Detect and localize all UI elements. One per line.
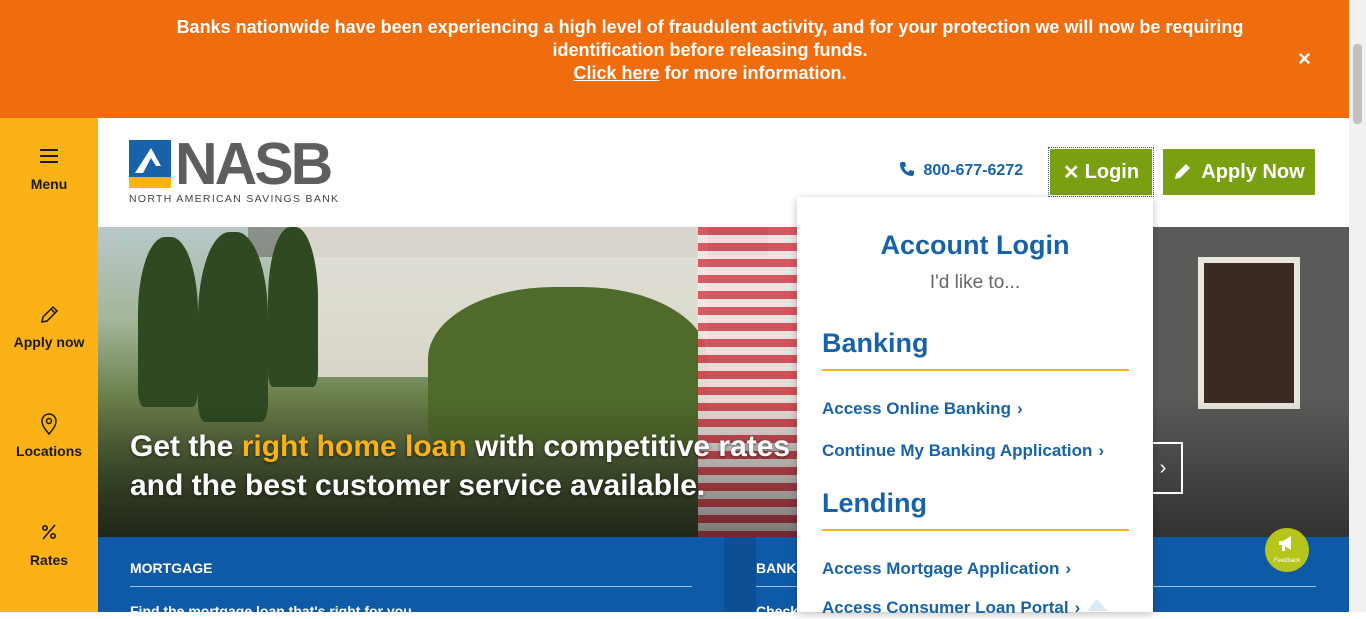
phone-number: 800-677-6272	[923, 162, 1024, 179]
page-scrollbar[interactable]	[1349, 0, 1366, 612]
side-nav-locations[interactable]: Locations	[0, 413, 98, 459]
headline-pre: Get the	[130, 430, 242, 463]
link-label: Access Online Banking	[822, 399, 1011, 418]
chevron-right-icon: ›	[1016, 399, 1023, 418]
hero-headline: Get the right home loan with competitive…	[130, 427, 850, 505]
banking-section-rule	[822, 369, 1129, 371]
mortgage-link[interactable]: Find the mortgage loan that's right for …	[130, 603, 412, 619]
apply-now-button[interactable]: Apply Now	[1163, 149, 1315, 195]
link-label: Access Mortgage Application	[822, 559, 1060, 578]
scrollbar-thumb[interactable]	[1353, 44, 1362, 124]
phone-link[interactable]: 800-677-6272	[899, 161, 1023, 180]
band-divider	[724, 537, 756, 612]
dropdown-title: Account Login	[880, 230, 1070, 260]
side-nav-rates[interactable]: Rates	[0, 522, 98, 568]
map-pin-icon	[0, 413, 98, 439]
chevron-right-icon: ›	[1065, 559, 1072, 578]
side-nav-menu-label: Menu	[30, 176, 68, 192]
pencil-icon	[1173, 161, 1193, 184]
mortgage-rule	[130, 586, 692, 587]
nasb-logo[interactable]: NASB NORTH AMERICAN SAVINGS BANK	[129, 131, 344, 206]
continue-banking-application-link[interactable]: Continue My Banking Application ›	[822, 441, 1104, 461]
login-label: Login	[1084, 160, 1140, 183]
side-nav-rates-label: Rates	[29, 552, 69, 568]
logo-band	[129, 177, 171, 188]
hamburger-icon	[0, 146, 98, 172]
lending-section-rule	[822, 529, 1129, 531]
hero-tree	[268, 227, 318, 387]
alert-message: Banks nationwide have been experiencing …	[170, 16, 1250, 85]
account-login-dropdown: Account Login I'd like to... Banking Acc…	[797, 197, 1153, 617]
hero-tree	[138, 237, 198, 407]
access-consumer-loan-portal-link[interactable]: Access Consumer Loan Portal ›	[822, 598, 1080, 618]
fraud-alert-banner: Banks nationwide have been experiencing …	[0, 0, 1349, 118]
logo-wordmark: NASB	[175, 131, 333, 197]
chevron-right-icon: ›	[1098, 441, 1105, 460]
percent-icon	[0, 522, 98, 548]
feedback-label: Feedback	[1273, 558, 1301, 564]
chevron-right-icon: ›	[1159, 456, 1167, 479]
side-nav-menu[interactable]: Menu	[0, 146, 98, 192]
feedback-button[interactable]: Feedback	[1265, 528, 1309, 572]
banking-section-heading: Banking	[822, 328, 929, 358]
headline-highlight: right home loan	[241, 430, 467, 463]
megaphone-icon	[1277, 535, 1297, 558]
login-button[interactable]: ✕ Login	[1048, 147, 1154, 197]
hero-door	[1198, 257, 1300, 409]
side-nav-locations-label: Locations	[15, 443, 83, 459]
product-band: MORTGAGE Find the mortgage loan that's r…	[98, 537, 1349, 619]
alert-link-suffix: for more information.	[659, 63, 847, 83]
alert-click-here-link[interactable]: Click here	[573, 63, 659, 83]
side-nav: Menu Apply now Locations Rates	[0, 118, 98, 612]
phone-icon	[899, 162, 923, 179]
site-header: NASB NORTH AMERICAN SAVINGS BANK 800-677…	[98, 118, 1349, 227]
side-nav-apply-now[interactable]: Apply now	[0, 304, 98, 350]
lending-section-heading: Lending	[822, 488, 927, 518]
access-mortgage-application-link[interactable]: Access Mortgage Application ›	[822, 559, 1071, 579]
link-label: Access Consumer Loan Portal	[822, 598, 1069, 617]
logo-subtitle: NORTH AMERICAN SAVINGS BANK	[129, 193, 340, 205]
pencil-icon	[0, 304, 98, 330]
hero-tree	[198, 232, 268, 422]
chevron-right-icon: ›	[1074, 598, 1081, 617]
access-online-banking-link[interactable]: Access Online Banking ›	[822, 399, 1023, 419]
link-label: Continue My Banking Application	[822, 441, 1093, 460]
dropdown-subtitle: I'd like to...	[929, 272, 1021, 293]
alert-text: Banks nationwide have been experiencing …	[176, 17, 1244, 60]
close-icon[interactable]: ×	[1298, 47, 1311, 71]
side-nav-apply-label: Apply now	[13, 334, 85, 350]
logo-mark	[129, 140, 171, 188]
close-icon: ✕	[1062, 161, 1080, 184]
scroll-caret	[1087, 599, 1107, 611]
apply-now-label: Apply Now	[1201, 160, 1305, 183]
mortgage-heading: MORTGAGE	[130, 560, 213, 576]
hero-banner: Get the right home loan with competitive…	[98, 227, 1349, 537]
